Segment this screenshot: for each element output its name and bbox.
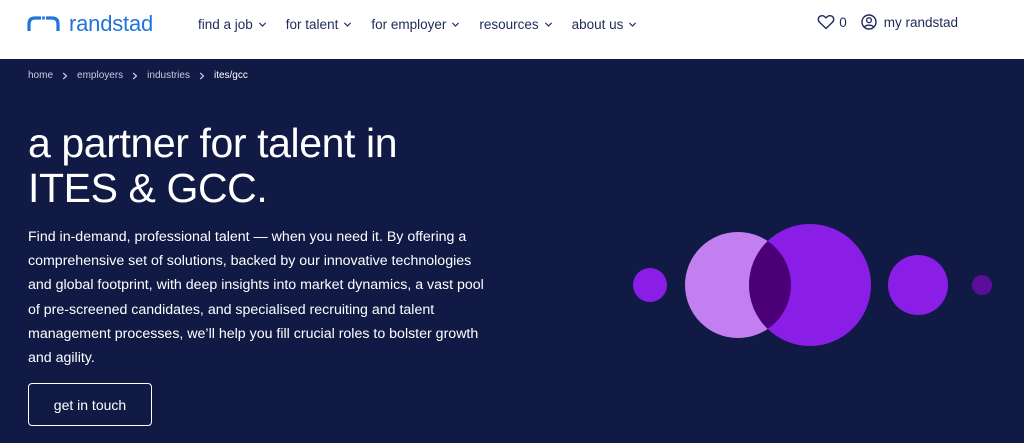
- chevron-down-icon: [258, 21, 266, 27]
- chevron-right-icon: [62, 72, 68, 79]
- header-tools: 0 my randstad: [817, 14, 958, 30]
- small-violet-circle: [633, 268, 667, 302]
- breadcrumb-current: ites/gcc: [213, 70, 248, 81]
- medium-violet-circle: [888, 255, 948, 315]
- breadcrumb-employers[interactable]: employers: [77, 70, 123, 81]
- nav-find-a-job[interactable]: find a job: [198, 14, 267, 34]
- chevron-down-icon: [544, 21, 552, 27]
- randstad-logo-icon: [27, 16, 60, 31]
- nav-for-talent[interactable]: for talent: [286, 14, 353, 34]
- breadcrumb-home[interactable]: home: [28, 70, 53, 81]
- page-title: a partner for talent in ITES & GCC.: [28, 121, 508, 211]
- title-line-2: ITES & GCC.: [28, 165, 268, 211]
- nav-label: for employer: [371, 16, 447, 32]
- title-line-1: a partner for talent in: [28, 120, 398, 166]
- logo-text: randstad: [69, 11, 154, 36]
- breadcrumb: home employers industries ites/gcc: [28, 70, 248, 81]
- nav-for-employer[interactable]: for employer: [371, 14, 460, 34]
- chevron-down-icon: [344, 21, 352, 27]
- favorites-count: 0: [839, 14, 847, 30]
- chevron-right-icon: [199, 72, 205, 79]
- nav-about-us[interactable]: about us: [572, 14, 638, 34]
- nav-label: resources: [479, 16, 539, 32]
- my-randstad-label: my randstad: [883, 14, 958, 30]
- nav-label: find a job: [198, 16, 253, 32]
- my-randstad-link[interactable]: my randstad: [861, 14, 958, 30]
- heart-icon: [817, 15, 835, 30]
- nav-resources[interactable]: resources: [479, 14, 552, 34]
- hero-section: home employers industries ites/gcc a par…: [0, 59, 1024, 443]
- nav-label: about us: [571, 16, 624, 32]
- chevron-down-icon: [629, 21, 637, 27]
- chevron-right-icon: [132, 72, 138, 79]
- user-circle-icon: [861, 14, 877, 30]
- main-nav: find a job for talent for employer resou…: [198, 14, 656, 34]
- tiny-dark-violet-circle: [972, 275, 992, 295]
- decorative-circles-illustration: [633, 224, 992, 346]
- hero-intro-text: Find in-demand, professional talent — wh…: [28, 229, 484, 367]
- top-navigation-bar: randstad find a job for talent for emplo…: [0, 0, 1024, 59]
- get-in-touch-button[interactable]: get in touch: [28, 383, 152, 426]
- chevron-down-icon: [452, 21, 460, 27]
- nav-label: for talent: [285, 16, 339, 32]
- breadcrumb-industries[interactable]: industries: [147, 70, 190, 81]
- favorites-button[interactable]: 0: [817, 14, 847, 30]
- randstad-logo[interactable]: randstad: [27, 10, 153, 38]
